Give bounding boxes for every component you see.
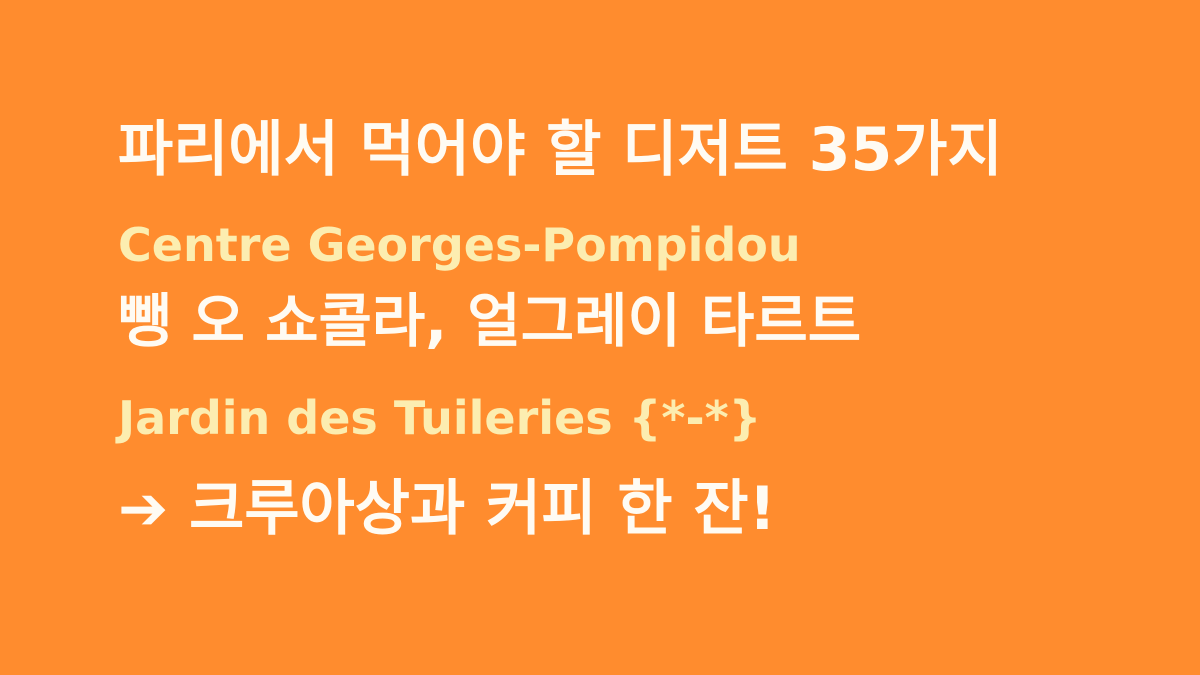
text-pain-au-chocolat-tart: 뺑 오 쇼콜라, 얼그레이 타르트 [118,287,862,355]
heading-korean-desserts: 파리에서 먹어야 할 디저트 35가지 [118,115,1003,185]
subtitle-jardin-tuileries: Jardin des Tuileries {*-*} [118,391,762,445]
subtitle-centre-pompidou: Centre Georges-Pompidou [118,218,801,272]
text-croissant-coffee: ➔ 크루아상과 커피 한 잔! [118,474,776,544]
